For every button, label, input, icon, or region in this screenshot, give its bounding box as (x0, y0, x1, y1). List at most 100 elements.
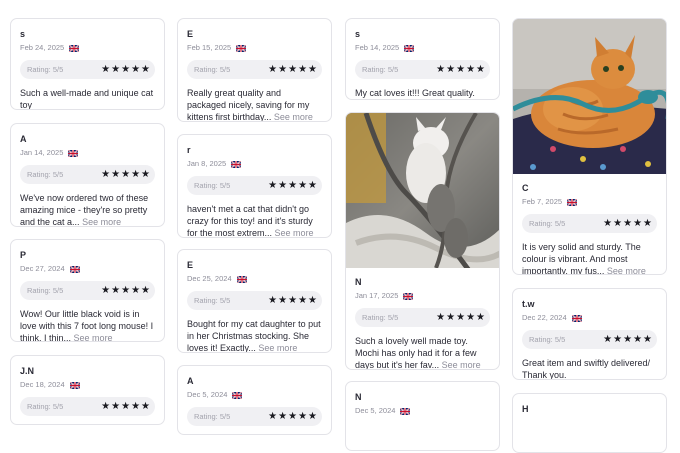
star-icon: ★ (268, 294, 278, 306)
uk-flag-icon (567, 198, 578, 206)
star-icon: ★ (121, 168, 131, 180)
review-date: Dec 25, 2024 (187, 274, 232, 283)
review-date: Jan 17, 2025 (355, 291, 399, 300)
star-icon: ★ (466, 63, 476, 75)
star-icon: ★ (613, 217, 623, 229)
star-icon: ★ (436, 311, 446, 323)
review-text: haven't met a cat that didn't go crazy f… (187, 204, 314, 238)
review-card[interactable]: s Feb 14, 2025 Rating: 5/5 ★ ★ ★ ★ ★ My cat l… (345, 18, 500, 100)
review-card[interactable]: r Jan 8, 2025 Rating: 5/5 ★ ★ ★ ★ ★ haven't m… (177, 134, 332, 238)
star-icon: ★ (298, 179, 308, 191)
see-more-link[interactable]: See more (82, 217, 121, 226)
see-more-link[interactable]: See more (442, 360, 481, 369)
review-date: Dec 18, 2024 (20, 380, 65, 389)
rating-label: Rating: 5/5 (194, 296, 231, 305)
review-text: My cat loves it!!! Great quality. (355, 88, 475, 98)
star-icon: ★ (278, 410, 288, 422)
review-text: Great item and swiftly delivered/ Thank … (522, 358, 651, 380)
rating-pill: Rating: 5/5 ★ ★ ★ ★ ★ (187, 291, 322, 310)
see-more-link[interactable]: See more (274, 112, 313, 121)
star-icon: ★ (278, 179, 288, 191)
reviewer-name: A (187, 376, 194, 386)
review-card[interactable]: H (512, 393, 667, 453)
star-icon: ★ (131, 400, 141, 412)
star-icon: ★ (111, 400, 121, 412)
star-icon: ★ (111, 168, 121, 180)
review-card[interactable]: N Dec 5, 2024 (345, 381, 500, 451)
see-more-link[interactable]: See more (74, 333, 113, 341)
review-card[interactable]: A Dec 5, 2024 Rating: 5/5 ★ ★ ★ ★ ★ (177, 365, 332, 435)
uk-flag-icon (69, 381, 80, 389)
reviewer-name: N (355, 277, 362, 287)
star-icon: ★ (101, 168, 111, 180)
star-icon: ★ (288, 63, 298, 75)
star-icon: ★ (121, 63, 131, 75)
star-icon: ★ (308, 410, 317, 422)
rating-label: Rating: 5/5 (194, 181, 231, 190)
review-card[interactable]: A Jan 14, 2025 Rating: 5/5 ★ ★ ★ ★ ★ We've no… (10, 123, 165, 227)
review-photo-ginger-cat[interactable] (513, 19, 666, 174)
star-icon: ★ (131, 168, 141, 180)
review-card[interactable]: E Feb 15, 2025 Rating: 5/5 ★ ★ ★ ★ ★ Really g… (177, 18, 332, 122)
star-icon: ★ (131, 284, 141, 296)
see-more-link[interactable]: See more (275, 228, 314, 237)
uk-flag-icon (232, 391, 243, 399)
star-icon: ★ (308, 63, 317, 75)
reviewer-name: E (187, 29, 194, 39)
review-date: Dec 27, 2024 (20, 264, 65, 273)
uk-flag-icon (231, 160, 242, 168)
review-card[interactable]: E Dec 25, 2024 Rating: 5/5 ★ ★ ★ ★ ★ Bought f… (177, 249, 332, 353)
star-icon: ★ (603, 333, 613, 345)
review-card[interactable]: t.w Dec 22, 2024 Rating: 5/5 ★ ★ ★ ★ ★ Great … (512, 288, 667, 380)
review-date: Feb 15, 2025 (187, 43, 232, 52)
review-text: Bought for my cat daughter to put in her… (187, 319, 321, 353)
review-card[interactable]: s Feb 24, 2025 Rating: 5/5 ★ ★ ★ ★ ★ Such a w… (10, 18, 165, 110)
star-rating: ★ ★ ★ ★ ★ (436, 311, 485, 323)
star-icon: ★ (643, 333, 652, 345)
star-icon: ★ (298, 294, 308, 306)
review-photo-cat-with-toy[interactable] (346, 113, 499, 268)
review-card[interactable]: C Feb 7, 2025 Rating: 5/5 ★ ★ ★ ★ ★ It is ver… (512, 18, 667, 275)
star-icon: ★ (111, 284, 121, 296)
rating-label: Rating: 5/5 (27, 65, 64, 74)
star-icon: ★ (623, 333, 633, 345)
rating-pill: Rating: 5/5 ★ ★ ★ ★ ★ (355, 60, 490, 79)
see-more-link[interactable]: See more (607, 266, 646, 274)
reviewer-name: H (522, 404, 529, 414)
rating-label: Rating: 5/5 (529, 219, 566, 228)
review-text: We've now ordered two of these amazing m… (20, 193, 149, 227)
reviewer-name: P (20, 250, 27, 260)
review-text: Wow! Our little black void is in love wi… (20, 309, 154, 342)
rating-pill: Rating: 5/5 ★ ★ ★ ★ ★ (522, 330, 657, 349)
rating-label: Rating: 5/5 (362, 65, 399, 74)
reviewer-name: E (187, 260, 194, 270)
star-icon: ★ (141, 400, 150, 412)
review-card[interactable]: J.N Dec 18, 2024 Rating: 5/5 ★ ★ ★ ★ ★ (10, 355, 165, 425)
star-icon: ★ (288, 179, 298, 191)
reviewer-name: s (20, 29, 26, 39)
star-icon: ★ (466, 311, 476, 323)
review-card[interactable]: P Dec 27, 2024 Rating: 5/5 ★ ★ ★ ★ ★ Wow! Our… (10, 239, 165, 342)
star-icon: ★ (298, 63, 308, 75)
rating-pill: Rating: 5/5 ★ ★ ★ ★ ★ (187, 60, 322, 79)
review-card[interactable]: N Jan 17, 2025 Rating: 5/5 ★ ★ ★ ★ ★ Such a l… (345, 112, 500, 370)
star-icon: ★ (633, 217, 643, 229)
see-more-link[interactable]: See more (258, 343, 297, 352)
star-rating: ★ ★ ★ ★ ★ (268, 294, 317, 306)
star-rating: ★ ★ ★ ★ ★ (101, 63, 150, 75)
star-rating: ★ ★ ★ ★ ★ (436, 63, 485, 75)
review-date: Jan 14, 2025 (20, 148, 64, 157)
star-rating: ★ ★ ★ ★ ★ (268, 63, 317, 75)
star-icon: ★ (623, 217, 633, 229)
uk-flag-icon (404, 44, 415, 52)
uk-flag-icon (69, 265, 80, 273)
rating-pill: Rating: 5/5 ★ ★ ★ ★ ★ (20, 397, 155, 416)
reviewer-name: r (187, 145, 191, 155)
review-text: It is very solid and sturdy. The colour … (522, 242, 646, 275)
star-icon: ★ (308, 294, 317, 306)
star-icon: ★ (288, 410, 298, 422)
rating-label: Rating: 5/5 (529, 335, 566, 344)
star-icon: ★ (456, 311, 466, 323)
reviewer-name: A (20, 134, 27, 144)
review-text: Really great quality and packaged nicely… (187, 88, 313, 122)
